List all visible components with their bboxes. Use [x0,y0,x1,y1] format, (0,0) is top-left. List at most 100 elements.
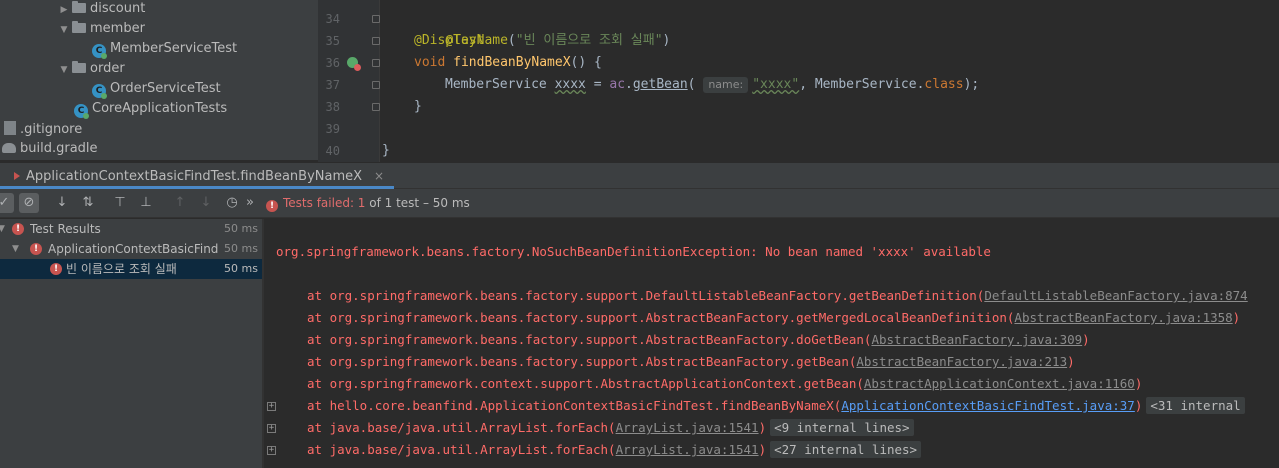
line-number: 36 [325,56,340,70]
stack-frame: at hello.core.beanfind.ApplicationContex… [307,395,1245,417]
chevron-down-icon[interactable]: ▼ [58,60,70,80]
tree-item-gitignore[interactable]: .gitignore [4,119,82,139]
test-row-class[interactable]: ▼ ! ApplicationContextBasicFind 50 ms [0,239,262,259]
collapse-all-icon[interactable]: ⊥ [136,193,156,213]
folder-icon [72,61,86,73]
frame-text: ) [1067,354,1075,369]
code-line-40: } [382,140,390,162]
type-token: MemberService [445,77,547,92]
method-token: findBeanByNameX [453,55,571,70]
frame-text: ) [758,442,767,457]
tree-item-coreapplicationtests[interactable]: C CoreApplicationTests [74,99,227,119]
source-link[interactable]: DefaultListableBeanFactory.java:874 [984,288,1247,303]
source-link[interactable]: AbstractBeanFactory.java:309 [871,332,1082,347]
test-duration: 50 ms [224,242,258,255]
folder-icon [72,1,86,13]
fold-marker-icon[interactable] [372,103,380,111]
folded-lines[interactable]: <9 internal lines> [770,419,914,436]
folded-lines[interactable]: <27 internal lines> [770,441,922,458]
annotation-token: @DisplayName [414,33,508,48]
source-link[interactable]: ArrayList.java:1541 [616,420,759,435]
source-link[interactable]: ArrayList.java:1541 [616,442,759,457]
expand-all-icon[interactable]: ⊤ [110,193,130,213]
fold-marker-icon[interactable] [372,37,380,45]
frame-text: at hello.core.beanfind.ApplicationContex… [307,398,842,413]
show-ignored-toggle[interactable]: ⊘ [19,193,39,213]
test-history-icon[interactable]: ◷ [222,193,242,213]
code-token: , MemberService. [799,77,925,92]
code-line-36: void findBeanByNameX() { [414,52,602,74]
code-token: ) [662,33,671,48]
source-link[interactable]: AbstractBeanFactory.java:213 [856,354,1067,369]
sort-alphabetically-icon[interactable]: ↓ [52,193,72,213]
tree-item-label: CoreApplicationTests [92,101,228,116]
tree-item-label: order [90,61,125,76]
stack-frame: at org.springframework.beans.factory.sup… [307,285,1248,307]
editor-gutter: 34 35 36 37 38 39 40 [318,0,380,162]
sort-by-duration-icon[interactable]: ⇅ [78,193,98,213]
test-class-icon: C [74,104,89,119]
test-duration: 50 ms [224,262,258,275]
previous-failed-icon[interactable]: ↑ [170,193,190,213]
tree-item-label: MemberServiceTest [110,41,238,56]
tests-failed-label: Tests failed: 1 [283,196,366,210]
tree-item-orderservicetest[interactable]: C OrderServiceTest [92,79,221,99]
tree-item-memberservicetest[interactable]: C MemberServiceTest [92,39,237,59]
source-link[interactable]: AbstractBeanFactory.java:1358 [1014,310,1232,325]
frame-text: at org.springframework.beans.factory.sup… [307,354,857,369]
tree-item-discount[interactable]: ▶ discount [58,0,145,19]
method-token: getBean [632,77,688,92]
test-row-label: 빈 이름으로 조회 실패 [66,262,177,276]
code-token: ( [687,77,696,92]
frame-text: at java.base/java.util.ArrayList.forEach… [307,442,616,457]
stack-frame: at org.springframework.beans.factory.sup… [307,329,1090,351]
chevron-down-icon[interactable]: ▼ [0,219,5,239]
variable-token: xxxx [554,77,586,92]
run-tab[interactable]: ApplicationContextBasicFindTest.findBean… [0,163,395,189]
run-test-failed-icon[interactable] [347,57,361,71]
test-row-method[interactable]: ! 빈 이름으로 조회 실패 50 ms [0,259,262,279]
chevron-down-icon[interactable]: ▼ [12,239,19,259]
source-link[interactable]: ApplicationContextBasicFindTest.java:37 [841,398,1135,413]
fold-marker-icon[interactable] [372,59,380,67]
exception-line: org.springframework.beans.factory.NoSuch… [276,244,991,259]
show-passed-toggle[interactable]: ✓ [0,193,14,213]
source-link[interactable]: AbstractApplicationContext.java:1160 [864,376,1135,391]
code-line-34: @Test [414,8,484,48]
code-token: . [625,77,633,92]
stack-frame: at java.base/java.util.ArrayList.forEach… [307,439,922,461]
line-number: 40 [325,144,340,158]
more-actions-icon[interactable]: » [244,193,256,213]
console-output[interactable]: org.springframework.beans.factory.NoSuch… [264,219,1279,468]
expand-icon[interactable]: + [267,424,276,433]
frame-text: ) [758,420,767,435]
fold-marker-icon[interactable] [372,15,380,23]
folded-lines[interactable]: <31 internal [1146,397,1245,414]
chevron-right-icon[interactable]: ▶ [58,0,70,20]
test-row-results[interactable]: ▼ ! Test Results 50 ms [0,219,262,239]
test-results-tree: ▼ ! Test Results 50 ms ▼ ! ApplicationCo… [0,219,262,468]
tree-item-order[interactable]: ▼ order [58,59,125,79]
stack-frame: at java.base/java.util.ArrayList.forEach… [307,417,914,439]
error-icon: ! [50,263,62,275]
close-icon[interactable]: × [374,169,384,183]
tree-item-member[interactable]: ▼ member [58,19,145,39]
chevron-down-icon[interactable]: ▼ [58,20,70,40]
expand-icon[interactable]: + [267,446,276,455]
test-row-label: ApplicationContextBasicFind [48,242,219,256]
frame-text: at org.springframework.beans.factory.sup… [307,332,872,347]
stack-frame: at org.springframework.beans.factory.sup… [307,351,1075,373]
fold-marker-icon[interactable] [372,81,380,89]
code-editor[interactable]: 34 35 36 37 38 39 40 @Test @DisplayName (… [318,0,1279,162]
field-token: ac [609,77,626,92]
test-class-icon: C [92,84,107,99]
next-failed-icon[interactable]: ↓ [196,193,216,213]
frame-text: ) [1082,332,1090,347]
frame-text: at org.springframework.beans.factory.sup… [307,310,1015,325]
test-duration: 50 ms [224,222,258,235]
file-icon [4,121,16,135]
tree-item-build-gradle[interactable]: build.gradle [2,139,98,159]
expand-icon[interactable]: + [267,402,276,411]
error-icon: ! [30,243,42,255]
run-config-icon [14,172,20,180]
